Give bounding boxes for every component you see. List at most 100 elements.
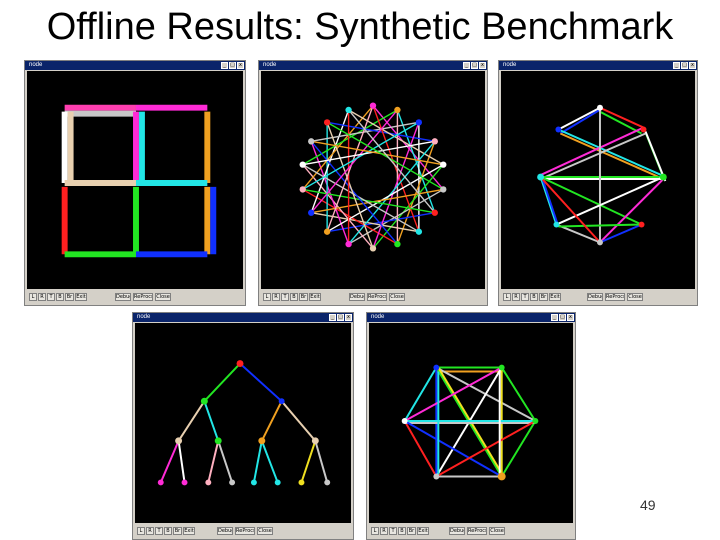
maximize-icon[interactable]: □ bbox=[559, 314, 566, 321]
nav-left-button[interactable]: L bbox=[371, 527, 379, 535]
window-toolbar: L R T B Br Exit Debug ReProcs Close bbox=[135, 525, 351, 537]
nav-bottom-button[interactable]: B bbox=[56, 293, 64, 301]
minimize-icon[interactable]: _ bbox=[551, 314, 558, 321]
window-titlebar[interactable]: node _ □ x bbox=[25, 61, 245, 70]
reprocs-button[interactable]: ReProcs bbox=[235, 527, 255, 535]
debug-button[interactable]: Debug bbox=[587, 293, 603, 301]
debug-button[interactable]: Debug bbox=[115, 293, 131, 301]
debug-button[interactable]: Debug bbox=[349, 293, 365, 301]
exit-button[interactable]: Exit bbox=[75, 293, 87, 301]
graph-node bbox=[431, 138, 438, 145]
nav-left-button[interactable]: L bbox=[263, 293, 271, 301]
graph-node bbox=[431, 209, 438, 216]
nav-right-button[interactable]: R bbox=[380, 527, 388, 535]
graph-window-tree: node _ □ x L R T B Br Exit Debug ReProcs… bbox=[132, 312, 354, 540]
exit-button[interactable]: Exit bbox=[183, 527, 195, 535]
nav-top-button[interactable]: T bbox=[281, 293, 289, 301]
graph-window-butterfly: node _ □ x L R T B Br Exit Debug ReProcs… bbox=[498, 60, 698, 306]
nav-branch-button[interactable]: Br bbox=[299, 293, 308, 301]
close-icon[interactable]: x bbox=[567, 314, 574, 321]
exit-button[interactable]: Exit bbox=[309, 293, 321, 301]
close-icon[interactable]: x bbox=[479, 62, 486, 69]
window-toolbar: L R T B Br Exit Debug ReProcs Close bbox=[501, 291, 695, 303]
nav-branch-button[interactable]: Br bbox=[65, 293, 74, 301]
exit-button[interactable]: Exit bbox=[549, 293, 561, 301]
debug-button[interactable]: Debug bbox=[217, 527, 233, 535]
window-title: node bbox=[503, 62, 517, 68]
nav-bottom-button[interactable]: B bbox=[164, 527, 172, 535]
page-number: 49 bbox=[640, 497, 656, 513]
window-titlebar[interactable]: node _ □ x bbox=[259, 61, 487, 70]
maximize-icon[interactable]: □ bbox=[681, 62, 688, 69]
graph-canvas[interactable] bbox=[261, 71, 485, 289]
nav-top-button[interactable]: T bbox=[521, 293, 529, 301]
graph-node bbox=[299, 161, 306, 168]
nav-top-button[interactable]: T bbox=[155, 527, 163, 535]
graph-node bbox=[345, 240, 352, 248]
window-title: node bbox=[29, 62, 43, 68]
close-button[interactable]: Close bbox=[257, 527, 273, 535]
window-title: node bbox=[371, 314, 385, 320]
maximize-icon[interactable]: □ bbox=[229, 62, 236, 69]
close-icon[interactable]: x bbox=[689, 62, 696, 69]
nav-top-button[interactable]: T bbox=[389, 527, 397, 535]
graph-node bbox=[308, 138, 315, 145]
nav-right-button[interactable]: R bbox=[38, 293, 46, 301]
exit-button[interactable]: Exit bbox=[417, 527, 429, 535]
window-titlebar[interactable]: node _ □ x bbox=[133, 313, 353, 322]
graph-window-grid: node _ □ x L R T B Br Exit Debug ReProcs… bbox=[24, 60, 246, 306]
window-titlebar[interactable]: node _ □ x bbox=[367, 313, 575, 322]
maximize-icon[interactable]: □ bbox=[337, 314, 344, 321]
graph-canvas[interactable] bbox=[135, 323, 351, 523]
nav-right-button[interactable]: R bbox=[272, 293, 280, 301]
graph-node bbox=[299, 186, 306, 193]
maximize-icon[interactable]: □ bbox=[471, 62, 478, 69]
graph-node bbox=[440, 161, 447, 168]
reprocs-button[interactable]: ReProcs bbox=[133, 293, 153, 301]
nav-top-button[interactable]: T bbox=[47, 293, 55, 301]
close-button[interactable]: Close bbox=[155, 293, 171, 301]
close-icon[interactable]: x bbox=[345, 314, 352, 321]
window-toolbar: L R T B Br Exit Debug ReProcs Close bbox=[27, 291, 243, 303]
nav-bottom-button[interactable]: B bbox=[530, 293, 538, 301]
graph-node bbox=[369, 245, 377, 252]
slide-title: Offline Results: Synthetic Benchmark bbox=[46, 6, 674, 48]
graph-node bbox=[369, 102, 377, 109]
nav-bottom-button[interactable]: B bbox=[398, 527, 406, 535]
nav-left-button[interactable]: L bbox=[503, 293, 511, 301]
debug-button[interactable]: Debug bbox=[449, 527, 465, 535]
reprocs-button[interactable]: ReProcs bbox=[367, 293, 387, 301]
nav-right-button[interactable]: R bbox=[512, 293, 520, 301]
graph-node bbox=[308, 209, 315, 216]
nav-branch-button[interactable]: Br bbox=[539, 293, 548, 301]
reprocs-button[interactable]: ReProcs bbox=[467, 527, 487, 535]
graph-node bbox=[323, 119, 331, 126]
window-toolbar: L R T B Br Exit Debug ReProcs Close bbox=[369, 525, 573, 537]
nav-right-button[interactable]: R bbox=[146, 527, 154, 535]
minimize-icon[interactable]: _ bbox=[329, 314, 336, 321]
window-titlebar[interactable]: node _ □ x bbox=[499, 61, 697, 70]
graph-canvas[interactable] bbox=[369, 323, 573, 523]
butterfly-graph-drawing bbox=[537, 104, 667, 246]
close-button[interactable]: Close bbox=[389, 293, 405, 301]
window-title: node bbox=[137, 314, 151, 320]
reprocs-button[interactable]: ReProcs bbox=[605, 293, 625, 301]
graph-canvas[interactable] bbox=[27, 71, 243, 289]
graph-node bbox=[415, 119, 423, 126]
nav-left-button[interactable]: L bbox=[29, 293, 37, 301]
graph-node bbox=[440, 186, 447, 193]
close-icon[interactable]: x bbox=[237, 62, 244, 69]
close-button[interactable]: Close bbox=[627, 293, 643, 301]
nav-left-button[interactable]: L bbox=[137, 527, 145, 535]
nav-branch-button[interactable]: Br bbox=[407, 527, 416, 535]
nav-bottom-button[interactable]: B bbox=[290, 293, 298, 301]
graph-window-circulant: node _ □ x L R T B Br Exit Debug ReProcs… bbox=[258, 60, 488, 306]
complete-graph-drawing bbox=[401, 364, 539, 481]
nav-branch-button[interactable]: Br bbox=[173, 527, 182, 535]
minimize-icon[interactable]: _ bbox=[673, 62, 680, 69]
graph-canvas[interactable] bbox=[501, 71, 695, 289]
graph-node bbox=[323, 228, 331, 235]
minimize-icon[interactable]: _ bbox=[463, 62, 470, 69]
close-button[interactable]: Close bbox=[489, 527, 505, 535]
minimize-icon[interactable]: _ bbox=[221, 62, 228, 69]
